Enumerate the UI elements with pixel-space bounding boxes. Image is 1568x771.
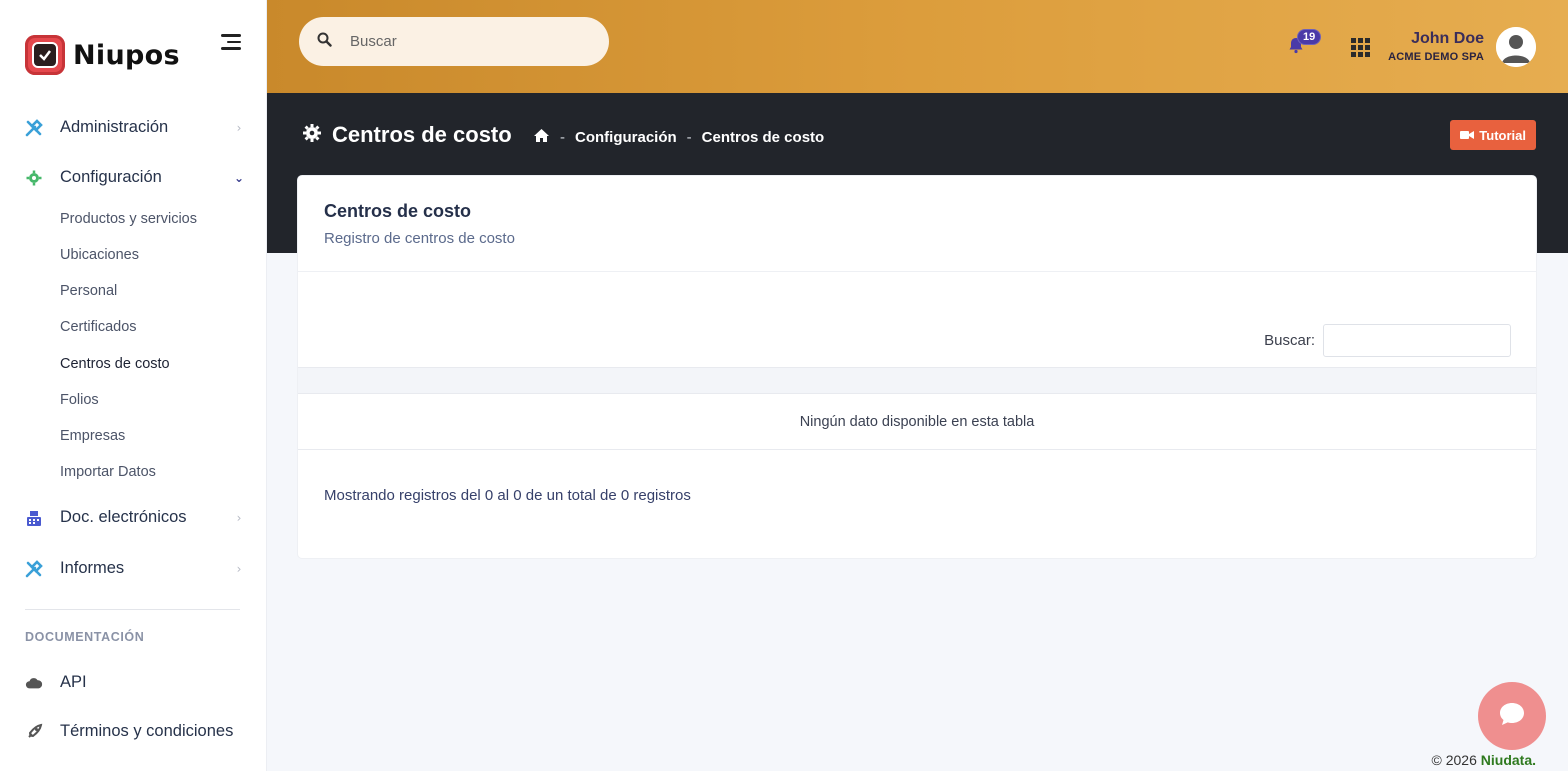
chevron-down-icon: ⌄ [233,170,245,185]
sidebar-item-label: API [60,673,87,691]
card-subtitle: Registro de centros de costo [324,230,515,247]
breadcrumb-separator: - [686,129,692,146]
sidebar-subitem-empresas[interactable]: Empresas [60,428,125,444]
footer: © 2026 Niudata. [1432,752,1536,768]
sidebar-subitem-centros-de-costo[interactable]: Centros de costo [60,356,170,372]
search-box[interactable] [299,17,609,66]
user-name: John Doe [1411,30,1484,47]
menu-toggle-icon[interactable] [221,34,241,54]
logo-text: Niupos [73,39,180,71]
card-header: Centros de costo Registro de centros de … [298,176,1536,272]
breadcrumb-separator: - [560,129,565,146]
sidebar-divider [25,609,240,610]
rocket-icon [25,723,43,741]
page-title-text: Centros de costo [332,122,512,147]
tools-icon [25,118,43,137]
breadcrumb: - Configuración - Centros de costo [533,128,824,147]
logo-icon [25,35,65,75]
user-menu[interactable]: John Doe ACME DEMO SPA [1388,30,1484,63]
chat-icon [1498,701,1526,731]
chevron-right-icon: › [236,561,242,576]
sidebar-item-label: Administración [60,118,169,136]
video-camera-icon [1460,128,1475,143]
search-input[interactable] [350,33,580,50]
breadcrumb-centros-de-costo: Centros de costo [701,129,825,146]
notification-badge: 19 [1297,29,1322,45]
apps-grid-icon[interactable] [1351,38,1370,57]
logo[interactable]: Niupos [25,35,180,75]
gear-icon [302,123,322,147]
sidebar-subitem-importar-datos[interactable]: Importar Datos [60,464,156,480]
register-icon [25,509,43,527]
home-icon[interactable] [533,128,550,147]
sidebar-item-configuracion[interactable]: Configuración ⌄ [25,168,245,187]
gear-icon [25,169,43,187]
page-title: Centros de costo [302,122,512,148]
tools-icon [25,559,43,578]
sidebar-subitem-personal[interactable]: Personal [60,283,117,299]
sidebar-item-doc-electronicos[interactable]: Doc. electrónicos › [25,508,245,527]
table-search-input[interactable] [1323,324,1511,357]
table-header [298,367,1536,394]
sidebar-item-terminos[interactable]: Términos y condiciones [25,722,245,741]
table-info: Mostrando registros del 0 al 0 de un tot… [324,487,691,504]
footer-copyright: © 2026 [1431,752,1477,768]
section-title-documentacion: DOCUMENTACIÓN [25,630,145,644]
sidebar-item-label: Doc. electrónicos [60,508,187,526]
filter-label: Buscar: [1264,332,1315,349]
sidebar-item-label: Configuración [60,168,162,186]
sidebar-item-api[interactable]: API [25,673,245,692]
search-icon [317,32,332,51]
sidebar-subitem-ubicaciones[interactable]: Ubicaciones [60,247,139,263]
content-card: Centros de costo Registro de centros de … [298,176,1536,558]
table-empty-row: Ningún dato disponible en esta tabla [298,394,1536,450]
breadcrumb-configuracion[interactable]: Configuración [575,129,677,146]
sidebar-subitem-productos[interactable]: Productos y servicios [60,211,197,227]
sidebar-subitem-folios[interactable]: Folios [60,392,99,408]
avatar[interactable] [1496,27,1536,67]
sidebar-item-label: Informes [60,559,125,577]
card-title: Centros de costo [324,201,472,221]
footer-brand-link[interactable]: Niudata. [1481,752,1536,768]
topbar: 19 John Doe ACME DEMO SPA [267,0,1568,93]
table-filter: Buscar: [1264,324,1511,357]
chevron-right-icon: › [236,510,242,525]
chat-button[interactable] [1478,682,1546,750]
chevron-right-icon: › [236,120,242,135]
tutorial-button[interactable]: Tutorial [1450,120,1536,150]
user-company: ACME DEMO SPA [1388,51,1484,63]
sidebar-item-informes[interactable]: Informes › [25,559,245,578]
sidebar-item-administracion[interactable]: Administración › [25,118,245,137]
cloud-icon [25,674,43,692]
sidebar: Niupos Administración › Configuración ⌄ … [0,0,267,771]
sidebar-item-label: Términos y condiciones [60,722,234,740]
tutorial-label: Tutorial [1479,127,1526,143]
sidebar-subitem-certificados[interactable]: Certificados [60,319,137,335]
